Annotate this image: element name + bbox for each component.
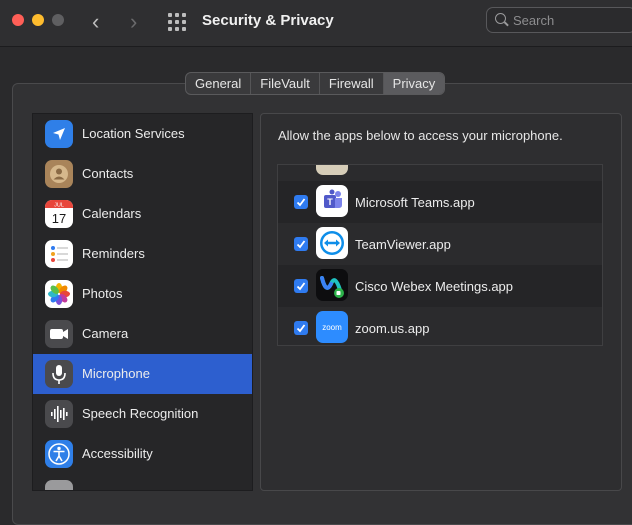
teams-icon: T <box>316 185 348 217</box>
app-label: Microsoft Teams.app <box>355 195 475 210</box>
accessibility-icon <box>45 440 73 468</box>
app-row-zoom[interactable]: zoom zoom.us.app <box>278 307 602 345</box>
search-icon <box>495 13 506 24</box>
sidebar-item-label: Reminders <box>82 246 145 261</box>
sidebar-item-label: Calendars <box>82 206 142 221</box>
window-title: Security & Privacy <box>202 12 334 29</box>
tab-firewall[interactable]: Firewall <box>320 73 384 94</box>
calendar-icon-month: JUL <box>54 203 64 209</box>
minimize-window-button[interactable] <box>32 14 44 26</box>
sidebar-item-label: Contacts <box>82 166 134 181</box>
location-arrow-icon <box>45 120 73 148</box>
sidebar-item-microphone[interactable]: Microphone <box>33 354 252 394</box>
speech-waveform-icon <box>45 400 73 428</box>
permission-instruction: Allow the apps below to access your micr… <box>278 128 563 143</box>
app-label: TeamViewer.app <box>355 237 451 252</box>
app-label: zoom.us.app <box>355 321 430 336</box>
zoom-window-button-disabled <box>52 14 64 26</box>
show-all-grid-icon[interactable] <box>168 13 186 31</box>
tab-privacy[interactable]: Privacy <box>383 73 445 94</box>
title-bar: ‹ › Security & Privacy <box>0 0 632 47</box>
tab-filevault[interactable]: FileVault <box>251 73 320 94</box>
sidebar-item-label: Accessibility <box>82 446 153 461</box>
photos-icon <box>45 280 73 308</box>
sidebar-item-location-services[interactable]: Location Services <box>33 114 252 154</box>
sidebar-item-camera[interactable]: Camera <box>33 314 252 354</box>
sidebar-item-label: Speech Recognition <box>82 406 199 421</box>
zoom-icon: zoom <box>316 311 348 343</box>
sidebar-item-speech-recognition[interactable]: Speech Recognition <box>33 394 252 434</box>
checkbox-teamviewer[interactable] <box>294 237 308 251</box>
checkbox-cisco-webex[interactable] <box>294 279 308 293</box>
calendar-icon: JUL 17 <box>45 200 73 228</box>
camera-icon <box>45 320 73 348</box>
checkbox-zoom[interactable] <box>294 321 308 335</box>
sidebar-item-accessibility[interactable]: Accessibility <box>33 434 252 474</box>
svg-text:T: T <box>327 197 333 207</box>
sidebar-item-label: Microphone <box>82 366 150 381</box>
forward-chevron-icon[interactable]: › <box>130 9 137 35</box>
calendar-icon-day: 17 <box>52 211 66 226</box>
app-row-teamviewer[interactable]: TeamViewer.app <box>278 223 602 265</box>
tab-general[interactable]: General <box>186 73 252 94</box>
close-window-button[interactable] <box>12 14 24 26</box>
partial-item-icon <box>45 480 73 490</box>
app-row-microsoft-teams[interactable]: T Microsoft Teams.app <box>278 181 602 223</box>
search-input[interactable] <box>513 11 623 29</box>
app-label: Cisco Webex Meetings.app <box>355 279 514 294</box>
back-chevron-icon[interactable]: ‹ <box>92 9 99 35</box>
sidebar-item-reminders[interactable]: Reminders <box>33 234 252 274</box>
microphone-icon <box>45 360 73 388</box>
reminders-icon <box>45 240 73 268</box>
teamviewer-icon <box>316 227 348 259</box>
webex-icon <box>316 269 348 301</box>
sidebar-item-photos[interactable]: Photos <box>33 274 252 314</box>
microphone-app-list[interactable]: T Microsoft Teams.app TeamViewer.app Cis… <box>277 164 603 346</box>
search-field[interactable] <box>486 7 632 33</box>
sidebar-item-contacts[interactable]: Contacts <box>33 154 252 194</box>
app-row-cisco-webex[interactable]: Cisco Webex Meetings.app <box>278 265 602 307</box>
sidebar-item-label: Photos <box>82 286 123 301</box>
sidebar-item-partially-visible[interactable] <box>33 474 252 490</box>
list-item-partially-visible <box>278 165 602 181</box>
privacy-category-list[interactable]: Location Services Contacts JUL 17 Calend… <box>32 113 253 491</box>
checkbox-microsoft-teams[interactable] <box>294 195 308 209</box>
sidebar-item-calendars[interactable]: JUL 17 Calendars <box>33 194 252 234</box>
contacts-icon <box>45 160 73 188</box>
sidebar-item-label: Camera <box>82 326 129 341</box>
partial-app-icon <box>316 165 348 175</box>
tab-bar: General FileVault Firewall Privacy <box>185 72 446 95</box>
sidebar-item-label: Location Services <box>82 126 185 141</box>
zoom-icon-text: zoom <box>322 323 342 332</box>
